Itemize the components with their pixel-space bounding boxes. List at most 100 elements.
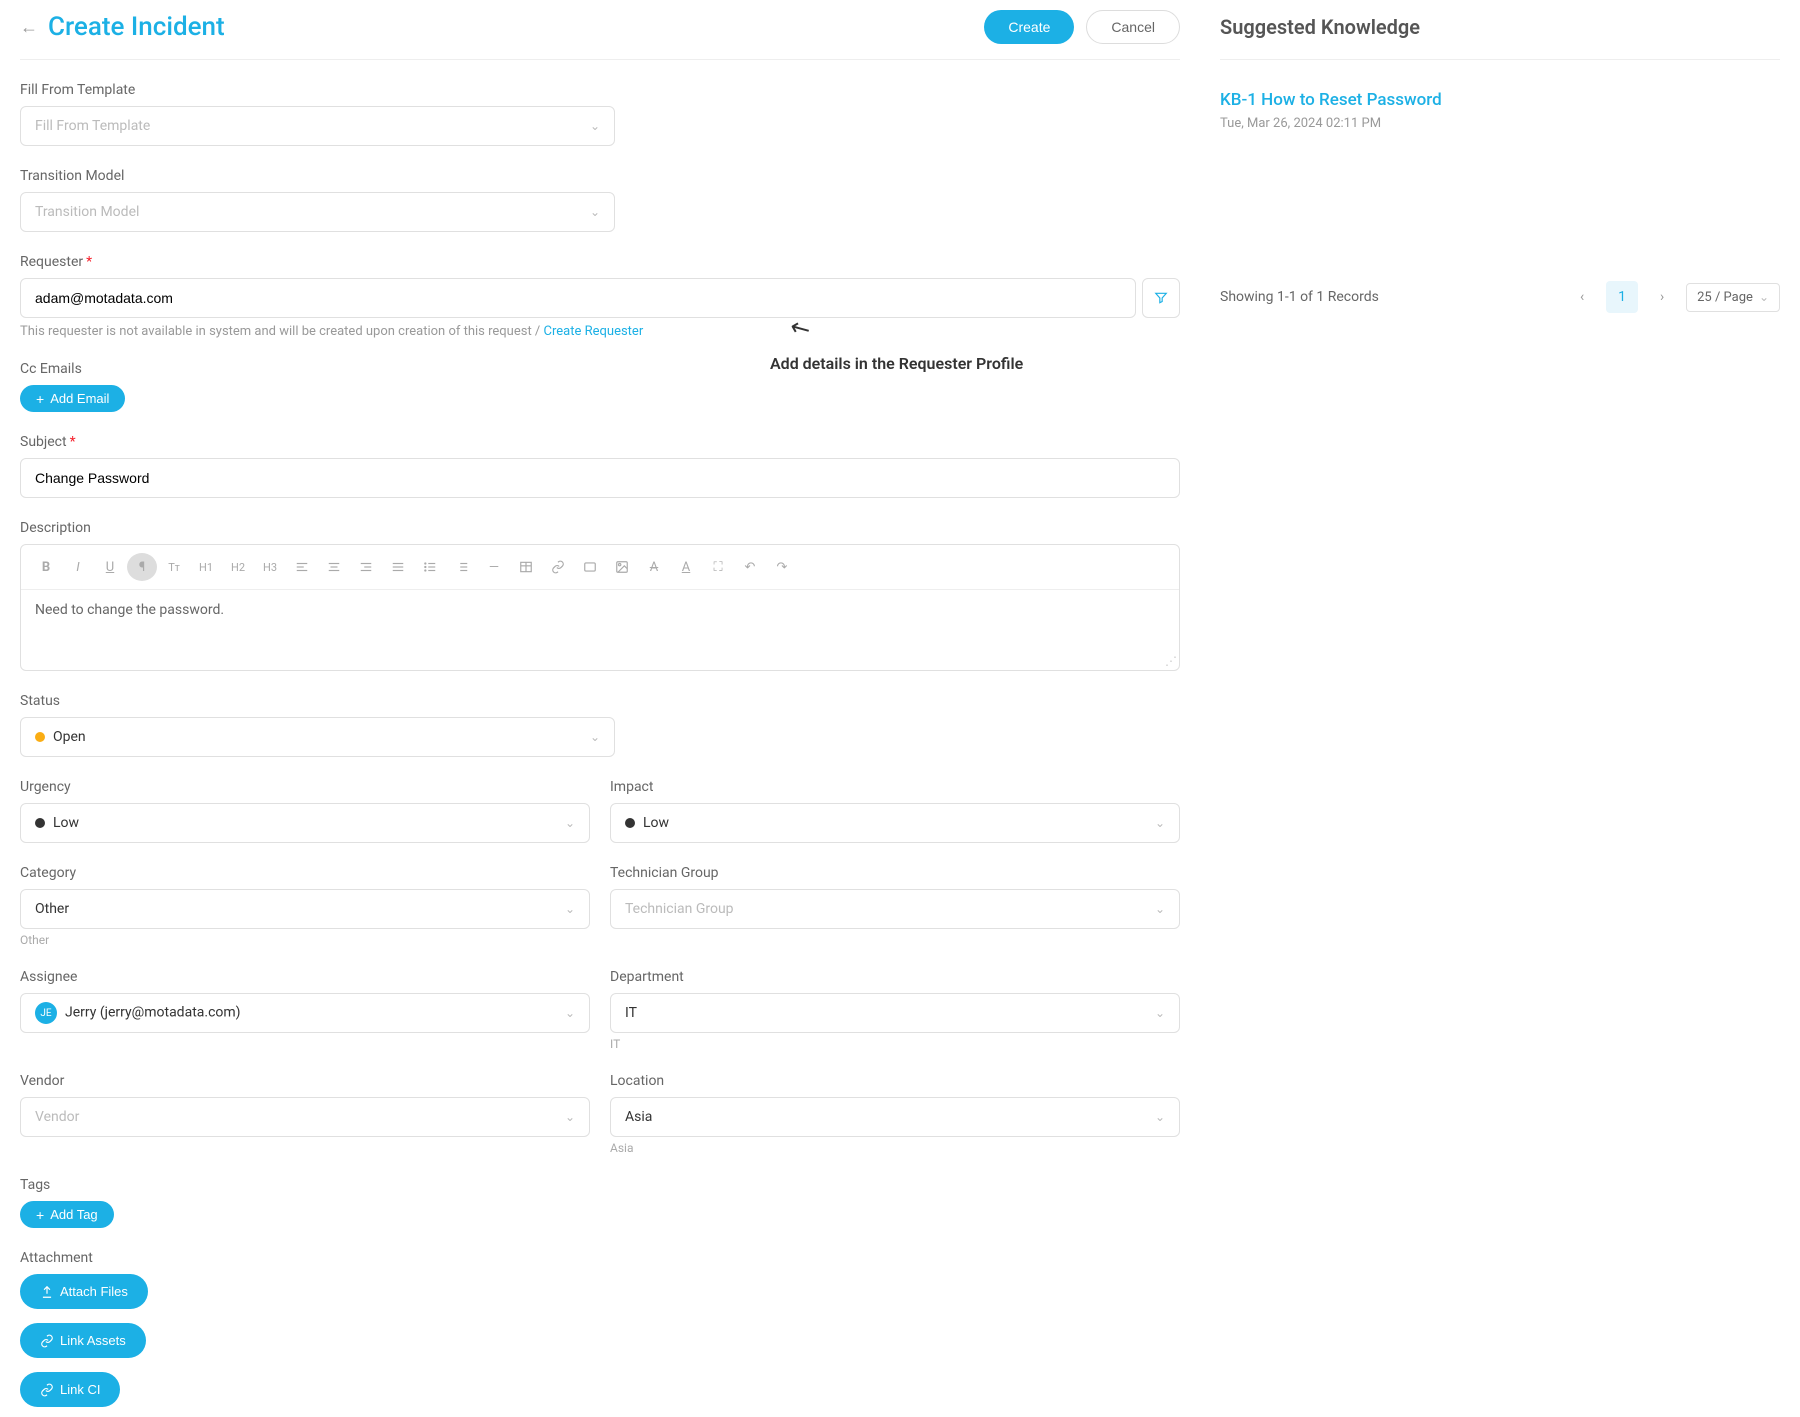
tech-group-placeholder: Technician Group (625, 901, 734, 917)
vendor-select[interactable]: Vendor ⌄ (20, 1097, 590, 1137)
plus-icon: + (36, 1208, 44, 1222)
attach-files-button[interactable]: Attach Files (20, 1274, 148, 1309)
page-number[interactable]: 1 (1606, 281, 1638, 313)
italic-icon[interactable]: I (63, 553, 93, 581)
align-justify-icon[interactable] (383, 553, 413, 581)
kb-item-title: KB-1 How to Reset Password (1220, 90, 1780, 110)
page-size-select[interactable]: 25 / Page ⌄ (1686, 283, 1780, 312)
editor-toolbar: B I U ¶ Tᴛ H1 H2 H3 (21, 545, 1179, 590)
h1-icon[interactable]: H1 (191, 553, 221, 581)
requester-input[interactable] (20, 278, 1136, 318)
vendor-placeholder: Vendor (35, 1109, 79, 1125)
kb-item[interactable]: KB-1 How to Reset Password Tue, Mar 26, … (1220, 90, 1780, 131)
link-ci-label: Link CI (60, 1382, 100, 1397)
video-icon[interactable] (575, 553, 605, 581)
subject-input[interactable] (20, 458, 1180, 498)
category-subtext: Other (20, 933, 590, 947)
redo-icon[interactable]: ↷ (767, 553, 797, 581)
add-tag-label: Add Tag (50, 1207, 97, 1222)
add-email-label: Add Email (50, 391, 109, 406)
page-size-label: 25 / Page (1697, 290, 1753, 305)
vendor-label: Vendor (20, 1073, 590, 1089)
tech-group-label: Technician Group (610, 865, 1180, 881)
assignee-select[interactable]: JE Jerry (jerry@motadata.com) ⌄ (20, 993, 590, 1033)
create-requester-link[interactable]: Create Requester (544, 324, 644, 339)
urgency-value: Low (53, 815, 79, 831)
kb-item-date: Tue, Mar 26, 2024 02:11 PM (1220, 116, 1780, 131)
link-assets-label: Link Assets (60, 1333, 126, 1348)
template-select[interactable]: Fill From Template ⌄ (20, 106, 615, 146)
requester-label: Requester (20, 254, 1180, 270)
template-label: Fill From Template (20, 82, 1180, 98)
link-assets-button[interactable]: Link Assets (20, 1323, 146, 1358)
department-label: Department (610, 969, 1180, 985)
chevron-down-icon: ⌄ (565, 1006, 575, 1020)
chevron-down-icon: ⌄ (1155, 1006, 1165, 1020)
clear-format-icon[interactable]: A (639, 553, 669, 581)
add-email-button[interactable]: + Add Email (20, 385, 125, 412)
chevron-down-icon: ⌄ (590, 205, 600, 219)
urgency-select[interactable]: Low ⌄ (20, 803, 590, 843)
status-label: Status (20, 693, 1180, 709)
numbered-list-icon[interactable] (447, 553, 477, 581)
chevron-down-icon: ⌄ (1155, 1110, 1165, 1124)
location-subtext: Asia (610, 1141, 1180, 1155)
h2-icon[interactable]: H2 (223, 553, 253, 581)
bold-icon[interactable]: B (31, 553, 61, 581)
chevron-down-icon: ⌄ (565, 902, 575, 916)
department-select[interactable]: IT ⌄ (610, 993, 1180, 1033)
create-button[interactable]: Create (984, 10, 1074, 44)
align-center-icon[interactable] (319, 553, 349, 581)
description-textarea[interactable]: Need to change the password. ⋰ (21, 590, 1179, 670)
assignee-value: Jerry (jerry@motadata.com) (65, 1005, 241, 1021)
category-label: Category (20, 865, 590, 881)
filter-button[interactable] (1142, 278, 1181, 318)
category-value: Other (35, 901, 69, 917)
link-icon (40, 1383, 54, 1397)
table-icon[interactable] (511, 553, 541, 581)
avatar-icon: JE (35, 1002, 57, 1024)
align-left-icon[interactable] (287, 553, 317, 581)
chevron-down-icon: ⌄ (1759, 290, 1769, 304)
chevron-down-icon: ⌄ (565, 1110, 575, 1124)
urgency-label: Urgency (20, 779, 590, 795)
next-page-button[interactable]: › (1646, 281, 1678, 313)
image-icon[interactable] (607, 553, 637, 581)
add-tag-button[interactable]: + Add Tag (20, 1201, 114, 1228)
pagination-info: Showing 1-1 of 1 Records (1220, 289, 1379, 305)
align-right-icon[interactable] (351, 553, 381, 581)
location-value: Asia (625, 1109, 652, 1125)
urgency-dot-icon (35, 818, 45, 828)
hr-icon[interactable]: — (479, 553, 509, 581)
back-arrow-icon[interactable]: ← (20, 17, 38, 38)
chevron-down-icon: ⌄ (565, 816, 575, 830)
paragraph-icon[interactable]: ¶ (127, 553, 157, 581)
impact-select[interactable]: Low ⌄ (610, 803, 1180, 843)
tech-group-select[interactable]: Technician Group ⌄ (610, 889, 1180, 929)
chevron-down-icon: ⌄ (1155, 816, 1165, 830)
cancel-button[interactable]: Cancel (1086, 10, 1180, 44)
text-size-icon[interactable]: Tᴛ (159, 553, 189, 581)
underline-icon[interactable]: U (95, 553, 125, 581)
requester-hint: This requester is not available in syste… (20, 324, 1180, 339)
transition-select[interactable]: Transition Model ⌄ (20, 192, 615, 232)
fullscreen-icon[interactable]: ⛶ (703, 553, 733, 581)
bullet-list-icon[interactable] (415, 553, 445, 581)
resize-handle-icon[interactable]: ⋰ (1165, 654, 1177, 668)
location-label: Location (610, 1073, 1180, 1089)
h3-icon[interactable]: H3 (255, 553, 285, 581)
chevron-down-icon: ⌄ (590, 119, 600, 133)
prev-page-button[interactable]: ‹ (1566, 281, 1598, 313)
link-icon[interactable] (543, 553, 573, 581)
undo-icon[interactable]: ↶ (735, 553, 765, 581)
status-select[interactable]: Open ⌄ (20, 717, 615, 757)
filter-icon (1154, 291, 1168, 305)
category-select[interactable]: Other ⌄ (20, 889, 590, 929)
description-text: Need to change the password. (35, 602, 224, 618)
font-color-icon[interactable]: A (671, 553, 701, 581)
location-select[interactable]: Asia ⌄ (610, 1097, 1180, 1137)
template-placeholder: Fill From Template (35, 118, 150, 134)
link-ci-button[interactable]: Link CI (20, 1372, 120, 1407)
impact-label: Impact (610, 779, 1180, 795)
tags-label: Tags (20, 1177, 1180, 1193)
